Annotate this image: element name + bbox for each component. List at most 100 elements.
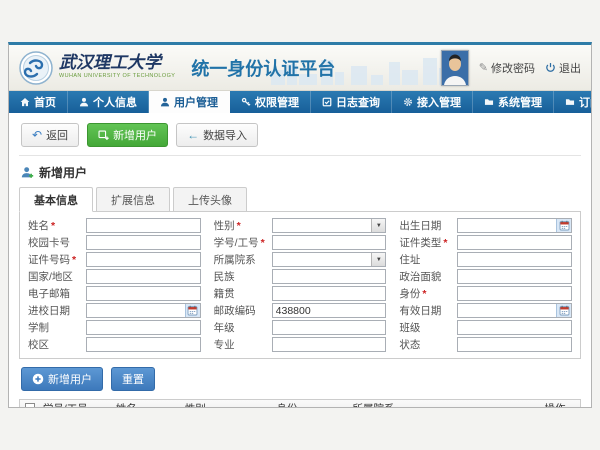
identity-input[interactable]: [457, 286, 572, 301]
folder-icon: [484, 97, 494, 107]
student-id-input[interactable]: [272, 235, 387, 250]
table-col-2[interactable]: 性别: [181, 401, 273, 409]
department-select[interactable]: ▼: [272, 252, 387, 267]
field-label-country-region: 国家/地区: [28, 269, 86, 284]
nav-item-home[interactable]: 首页: [9, 91, 68, 113]
change-password-button[interactable]: ✎ 修改密码: [479, 60, 535, 76]
log-icon: [322, 97, 332, 107]
nav-item-label: 系统管理: [498, 94, 542, 110]
nav-item-profile[interactable]: 个人信息: [68, 91, 149, 113]
add-user-submit-button[interactable]: 新增用户: [21, 367, 103, 391]
header-user-controls: ✎ 修改密码 退出: [441, 50, 581, 86]
change-password-label: 修改密码: [491, 60, 535, 76]
field-label-identity: 身份*: [399, 286, 457, 301]
logout-button[interactable]: 退出: [545, 60, 581, 76]
main-nav: 首页个人信息用户管理 权限管理 日志查询 接入管理 系统管理订阅管理: [9, 91, 591, 113]
field-label-ethnicity: 民族: [214, 269, 272, 284]
postal-code-input[interactable]: [272, 303, 387, 318]
nav-item-label: 日志查询: [336, 94, 380, 110]
enroll-date-input[interactable]: [86, 303, 201, 318]
key-icon: [241, 97, 251, 107]
field-label-campus-card: 校园卡号: [28, 235, 86, 250]
user-form-panel: 姓名*性别*▼出生日期校园卡号学号/工号*证件类型*证件号码*所属院系▼住址国家…: [19, 211, 581, 359]
select-all-checkbox[interactable]: [25, 403, 35, 408]
tab-extended-info[interactable]: 扩展信息: [96, 187, 170, 212]
table-col-4[interactable]: 所属院系: [348, 401, 540, 409]
native-place-input[interactable]: [272, 286, 387, 301]
required-asterisk: *: [422, 288, 426, 300]
folder-icon: [565, 97, 575, 107]
id-type-input[interactable]: [457, 235, 572, 250]
required-asterisk: *: [72, 254, 76, 266]
ethnicity-input[interactable]: [272, 269, 387, 284]
birth-date-input[interactable]: [457, 218, 572, 233]
nav-item-label: 首页: [34, 94, 56, 110]
field-label-enroll-date: 进校日期: [28, 303, 86, 318]
gender-select[interactable]: ▼: [272, 218, 387, 233]
grade-input[interactable]: [272, 320, 387, 335]
address-input[interactable]: [457, 252, 572, 267]
field-label-grade: 年级: [214, 320, 272, 335]
table-col-0[interactable]: 学号/工号: [39, 401, 112, 409]
field-label-native-place: 籍贯: [214, 286, 272, 301]
id-number-input[interactable]: [86, 252, 201, 267]
political-status-input[interactable]: [457, 269, 572, 284]
campus-card-input[interactable]: [86, 235, 201, 250]
field-label-postal-code: 邮政编码: [214, 303, 272, 318]
required-asterisk: *: [51, 220, 55, 232]
field-label-id-type: 证件类型*: [399, 235, 457, 250]
field-label-department: 所属院系: [214, 252, 272, 267]
table-col-1[interactable]: 姓名: [112, 401, 181, 409]
status-input[interactable]: [457, 337, 572, 352]
data-import-button[interactable]: ← 数据导入: [176, 123, 258, 147]
desktop-background: 武汉理工大学 WUHAN UNIVERSITY OF TECHNOLOGY 统一…: [0, 0, 600, 450]
user-avatar[interactable]: [441, 50, 469, 86]
email-input[interactable]: [86, 286, 201, 301]
add-user-button-toolbar[interactable]: 新增用户: [87, 123, 168, 147]
user-form-grid: 姓名*性别*▼出生日期校园卡号学号/工号*证件类型*证件号码*所属院系▼住址国家…: [28, 218, 572, 352]
nav-item-label: 接入管理: [417, 94, 461, 110]
calendar-icon[interactable]: [185, 304, 200, 317]
major-input[interactable]: [272, 337, 387, 352]
tab-upload-avatar[interactable]: 上传头像: [173, 187, 247, 212]
table-col-3[interactable]: 身份: [273, 401, 349, 409]
toolbar: ↶ 返回 新增用户 ← 数据导入: [19, 119, 581, 156]
nav-item-label: 权限管理: [255, 94, 299, 110]
add-user-toolbar-label: 新增用户: [113, 127, 157, 143]
person-icon: [79, 97, 89, 107]
page-content: ↶ 返回 新增用户 ← 数据导入: [9, 113, 591, 408]
field-label-gender: 性别*: [214, 218, 272, 233]
university-name-block: 武汉理工大学 WUHAN UNIVERSITY OF TECHNOLOGY: [59, 55, 175, 80]
field-label-id-number: 证件号码*: [28, 252, 86, 267]
nav-item-permission-mgmt[interactable]: 权限管理: [230, 91, 311, 113]
platform-title: 统一身份认证平台: [191, 55, 335, 81]
back-button[interactable]: ↶ 返回: [21, 123, 79, 147]
class-input[interactable]: [457, 320, 572, 335]
field-label-schooling: 学制: [28, 320, 86, 335]
campus-input[interactable]: [86, 337, 201, 352]
calendar-icon[interactable]: [556, 219, 571, 232]
valid-date-input[interactable]: [457, 303, 572, 318]
nav-item-user-mgmt[interactable]: 用户管理: [149, 91, 230, 113]
reset-button[interactable]: 重置: [111, 367, 155, 391]
calendar-icon[interactable]: [556, 304, 571, 317]
logout-label: 退出: [559, 60, 581, 76]
back-button-label: 返回: [46, 127, 68, 143]
nav-item-system-mgmt[interactable]: 系统管理: [473, 91, 554, 113]
dropdown-arrow-icon: ▼: [371, 219, 385, 232]
nav-item-log-query[interactable]: 日志查询: [311, 91, 392, 113]
left-arrow-icon: ←: [187, 129, 199, 141]
results-table-header: 学号/工号姓名性别身份所属院系操作: [20, 400, 580, 408]
university-name-cn: 武汉理工大学: [59, 55, 175, 72]
name-input[interactable]: [86, 218, 201, 233]
field-label-birth-date: 出生日期: [399, 218, 457, 233]
section-title: 新增用户: [39, 164, 87, 181]
tab-basic-info[interactable]: 基本信息: [19, 187, 93, 212]
table-col-5[interactable]: 操作: [541, 401, 581, 409]
schooling-input[interactable]: [86, 320, 201, 335]
nav-item-subscription-mgmt[interactable]: 订阅管理: [554, 91, 592, 113]
person-plus-icon: [21, 166, 34, 179]
country-region-input[interactable]: [86, 269, 201, 284]
nav-item-access-mgmt[interactable]: 接入管理: [392, 91, 473, 113]
results-table: 学号/工号姓名性别身份所属院系操作: [19, 399, 581, 408]
